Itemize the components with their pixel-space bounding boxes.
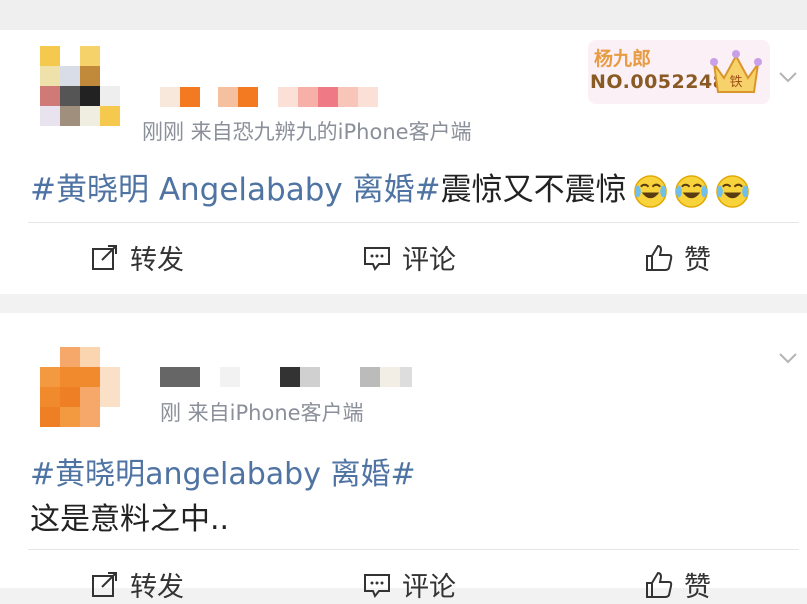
laugh-cry-emoji-icon bbox=[674, 175, 708, 208]
post-body: 震惊又不震惊 bbox=[440, 172, 627, 208]
fan-badge[interactable]: 杨九郎 NO.0052248 铁 bbox=[588, 40, 770, 104]
repost-icon bbox=[92, 571, 117, 597]
thumbs-up-icon bbox=[646, 244, 673, 271]
comment-label: 评论 bbox=[402, 572, 456, 603]
laugh-cry-emoji-icon bbox=[715, 175, 749, 208]
comment-button[interactable]: 评论 bbox=[362, 565, 456, 604]
weibo-post-card[interactable]: 刚刚 来自恐九辨九的iPhone客户端 杨九郎 NO.0052248 铁 #黄晓… bbox=[0, 30, 807, 294]
crown-glyph: 铁 bbox=[729, 75, 742, 90]
post-content: #黄晓明 Angelababy 离婚#震惊又不震惊 bbox=[30, 164, 750, 209]
thumbs-up-icon bbox=[646, 571, 673, 598]
repost-label: 转发 bbox=[130, 572, 184, 603]
like-button[interactable]: 赞 bbox=[644, 238, 711, 277]
badge-number: NO.0052248 bbox=[590, 71, 727, 93]
like-label: 赞 bbox=[684, 245, 711, 276]
repost-icon bbox=[92, 244, 117, 270]
username-blurred[interactable] bbox=[160, 87, 378, 107]
chevron-down-icon[interactable] bbox=[777, 66, 799, 88]
top-separator bbox=[0, 0, 807, 30]
repost-label: 转发 bbox=[130, 245, 184, 276]
topic-link[interactable]: #黄晓明angelababy 离婚# bbox=[30, 457, 416, 492]
emoji-group bbox=[633, 174, 750, 209]
divider bbox=[28, 222, 799, 223]
repost-button[interactable]: 转发 bbox=[90, 565, 184, 604]
username-blurred[interactable] bbox=[160, 367, 412, 387]
post-topic: #黄晓明angelababy 离婚# bbox=[30, 449, 416, 493]
weibo-post-card[interactable]: 刚 来自iPhone客户端 #黄晓明angelababy 离婚# 这是意料之中.… bbox=[0, 313, 807, 603]
like-label: 赞 bbox=[684, 572, 711, 603]
crown-icon: 铁 bbox=[710, 50, 762, 93]
post-meta: 刚刚 来自恐九辨九的iPhone客户端 bbox=[142, 120, 472, 144]
badge-name: 杨九郎 bbox=[594, 48, 652, 70]
comment-label: 评论 bbox=[402, 245, 456, 276]
topic-link[interactable]: #黄晓明 Angelababy 离婚# bbox=[30, 172, 441, 208]
post-body: 这是意料之中.. bbox=[30, 502, 230, 537]
post-meta: 刚 来自iPhone客户端 bbox=[160, 401, 364, 425]
laugh-cry-emoji-icon bbox=[633, 175, 667, 208]
comment-icon bbox=[364, 246, 390, 271]
like-button[interactable]: 赞 bbox=[644, 565, 711, 604]
comment-button[interactable]: 评论 bbox=[362, 238, 456, 277]
chevron-down-icon[interactable] bbox=[777, 347, 799, 369]
comment-icon bbox=[364, 573, 390, 598]
divider bbox=[28, 549, 799, 550]
avatar[interactable] bbox=[40, 46, 122, 128]
repost-button[interactable]: 转发 bbox=[90, 238, 184, 277]
avatar[interactable] bbox=[40, 347, 122, 429]
